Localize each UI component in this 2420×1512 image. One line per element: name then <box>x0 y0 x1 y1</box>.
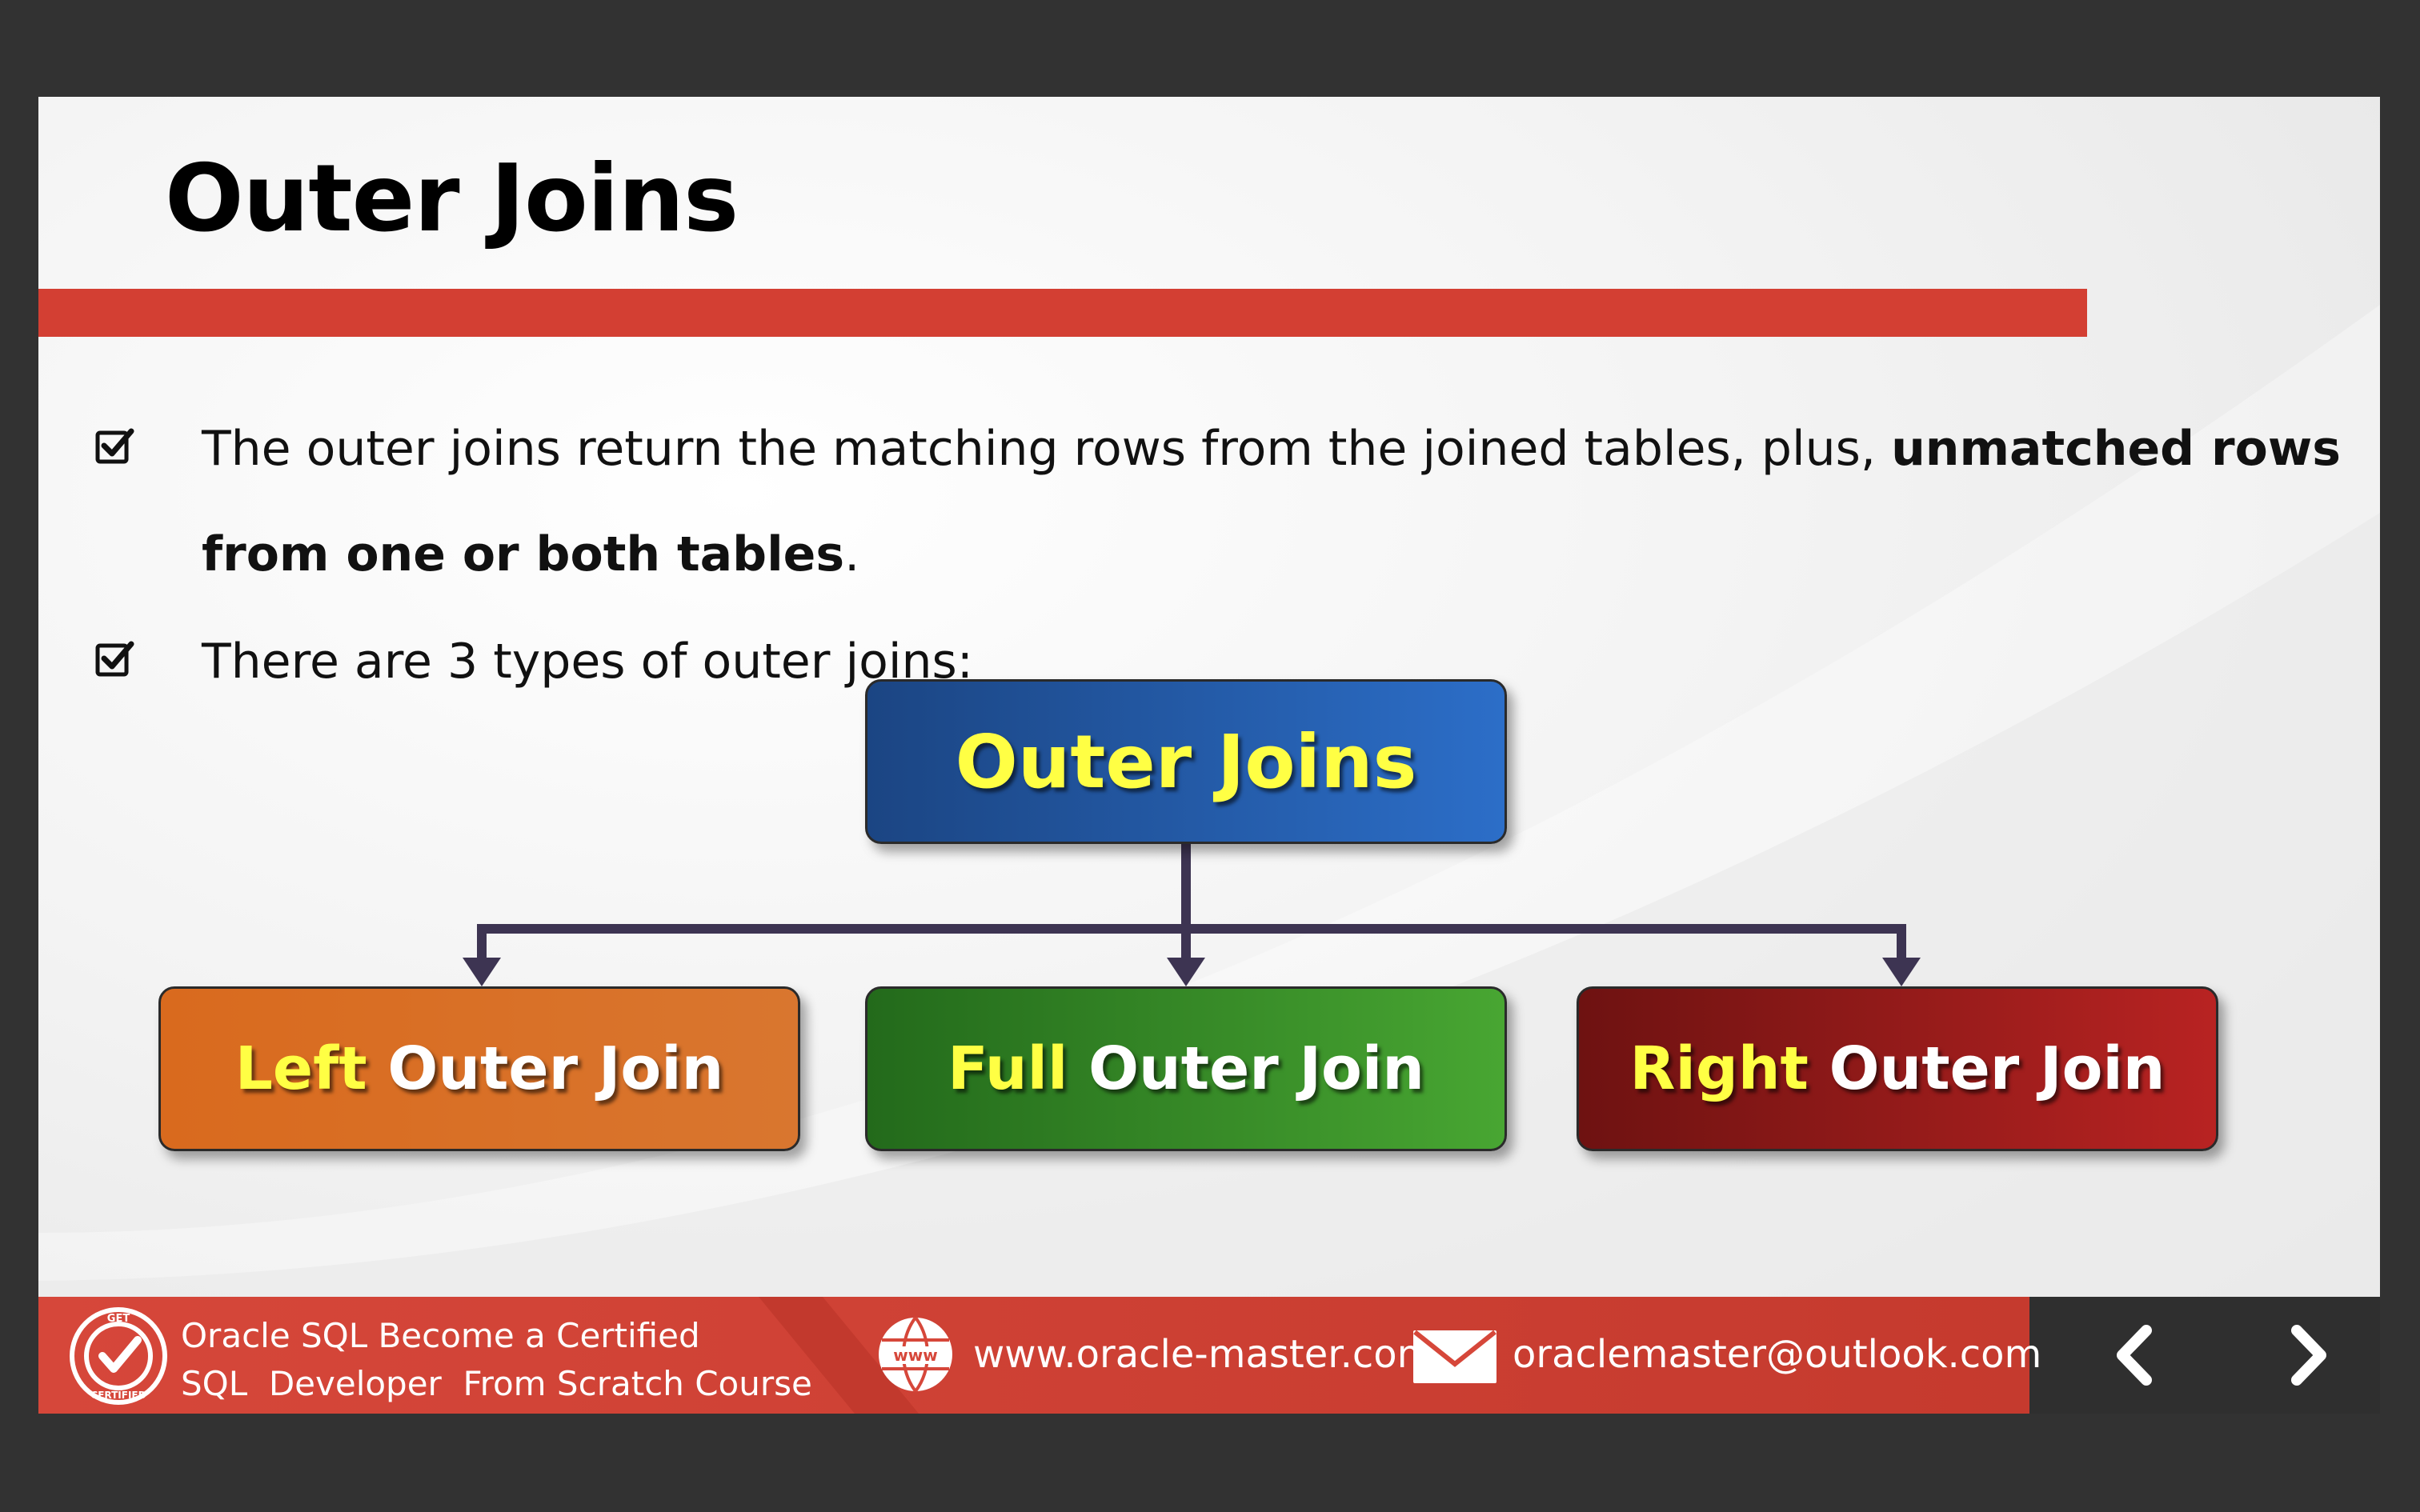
join-suffix-label: Outer Join <box>1068 1034 1424 1103</box>
arrow-head-icon <box>1882 958 1921 986</box>
join-suffix-label: Outer Join <box>367 1034 724 1103</box>
diagram-full-outer-join: Full Outer Join <box>865 986 1507 1151</box>
diagram-left-outer-join: Left Outer Join <box>158 986 800 1151</box>
arrow-head-icon <box>1167 958 1205 986</box>
chevron-left-icon <box>2117 1325 2152 1386</box>
join-type-label: Left <box>234 1034 367 1103</box>
badge-top-text: GET <box>107 1313 130 1325</box>
previous-slide-button[interactable] <box>2100 1319 2172 1391</box>
mail-icon <box>1413 1330 1496 1383</box>
chevron-right-icon <box>2291 1325 2326 1386</box>
arrow-head-icon <box>463 958 501 986</box>
course-title-line2: SQL Developer From Scratch Course <box>181 1364 812 1403</box>
certified-badge-icon: GET CERTIFIED <box>70 1307 167 1405</box>
globe-icon-text: www <box>893 1346 937 1365</box>
badge-bottom-text: CERTIFIED <box>90 1390 146 1401</box>
join-type-label: Right <box>1629 1034 1809 1103</box>
course-title-line1: Oracle SQL Become a Certified <box>181 1316 700 1355</box>
globe-icon: www <box>879 1316 952 1393</box>
diagram-right-outer-join: Right Outer Join <box>1577 986 2218 1151</box>
slide-canvas: Outer Joins The outer joins return the m… <box>38 97 2380 1414</box>
diagram-root-outer-joins: Outer Joins <box>865 679 1507 844</box>
email-link[interactable]: oraclemaster@outlook.com <box>1512 1332 2041 1377</box>
join-type-label: Full <box>948 1034 1068 1103</box>
website-link[interactable]: www.oracle-master.com <box>973 1332 1434 1377</box>
next-slide-button[interactable] <box>2271 1319 2343 1391</box>
join-suffix-label: Outer Join <box>1808 1034 2166 1103</box>
slide-footer: GET CERTIFIED Oracle SQL Become a Certif… <box>38 1297 2380 1414</box>
diagram-root-label: Outer Joins <box>955 718 1417 805</box>
